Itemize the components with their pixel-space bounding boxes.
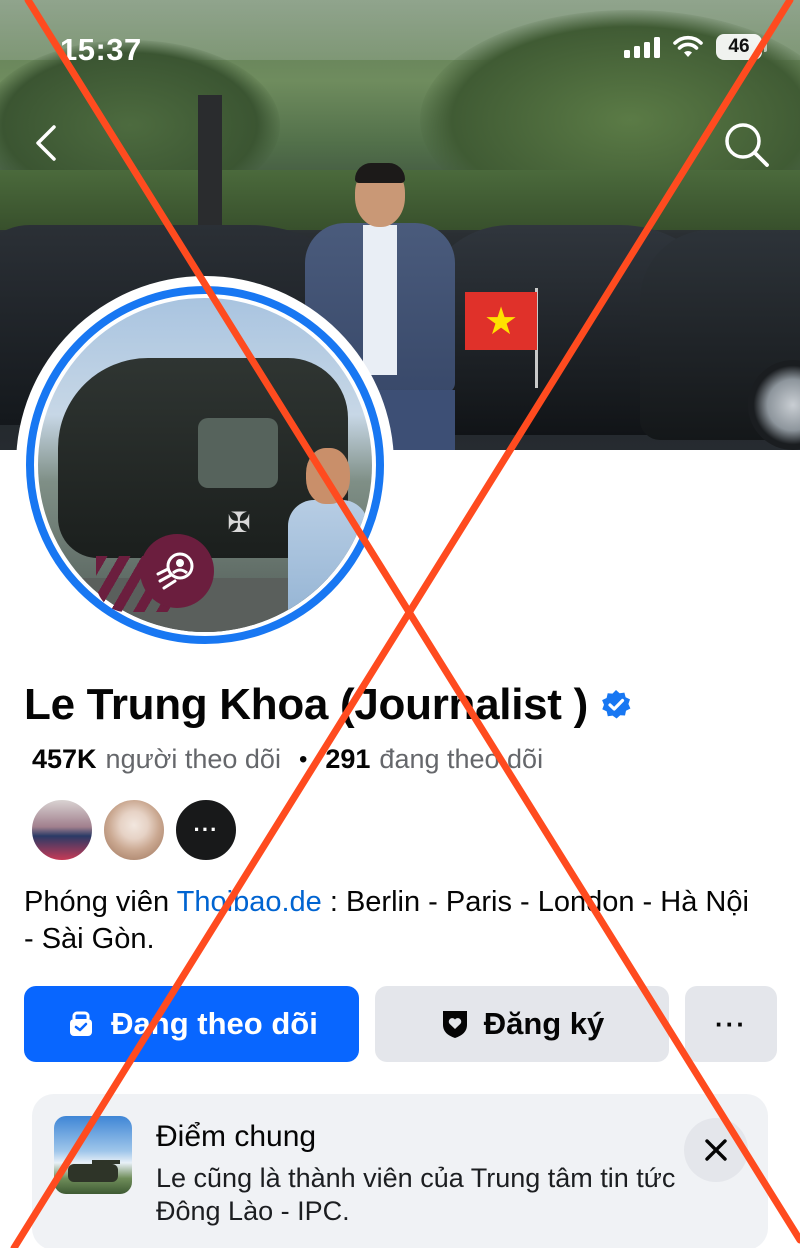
card-close-button[interactable]: [684, 1118, 748, 1182]
more-friends-button[interactable]: ···: [174, 798, 238, 862]
follow-stats: 457K người theo dõi • 291 đang theo dõi: [32, 744, 543, 775]
following-button-label: Đang theo dõi: [111, 1006, 318, 1041]
profile-picture[interactable]: ✠: [16, 276, 394, 654]
subscribe-button-label: Đăng ký: [483, 1006, 605, 1041]
cellular-signal-icon: [624, 36, 660, 58]
status-bar: 15:37 46: [0, 0, 800, 92]
close-icon: [705, 1139, 727, 1161]
cover-post: [198, 95, 222, 225]
bio-link[interactable]: Thoibao.de: [177, 886, 322, 918]
profile-guard-badge: [140, 534, 214, 608]
friend-avatar[interactable]: [30, 798, 94, 862]
avatar-window: [198, 418, 278, 488]
friend-avatar[interactable]: [102, 798, 166, 862]
profile-guard-icon: [156, 552, 194, 590]
wifi-icon: [673, 35, 703, 57]
profile-name: Le Trung Khoa (Journalist ): [24, 680, 588, 729]
status-icons: 46: [624, 34, 767, 60]
thumbnail-barrel: [92, 1160, 120, 1164]
verified-badge-icon[interactable]: [600, 689, 632, 721]
back-button[interactable]: [24, 115, 70, 171]
thumbnail-tank: [68, 1164, 118, 1182]
following-count[interactable]: 291: [325, 744, 370, 775]
mutual-friends: ···: [30, 798, 238, 862]
bio-text: Phóng viên: [24, 886, 177, 918]
avatar-person: [288, 448, 368, 632]
following-icon: [70, 1011, 93, 1036]
subscribe-button[interactable]: Đăng ký: [375, 986, 669, 1062]
status-time: 15:37: [60, 32, 142, 67]
chevron-left-icon: [36, 125, 56, 161]
following-button[interactable]: Đang theo dõi: [24, 986, 359, 1062]
battery-icon: 46: [716, 34, 767, 60]
following-label[interactable]: đang theo dõi: [379, 744, 543, 775]
more-options-button[interactable]: ···: [685, 986, 777, 1062]
followers-count[interactable]: 457K: [32, 744, 97, 775]
search-icon: [725, 123, 769, 167]
card-title: Điểm chung: [156, 1120, 317, 1153]
followers-label[interactable]: người theo dõi: [106, 744, 281, 775]
profile-bio: Phóng viên Thoibao.de : Berlin - Paris -…: [24, 884, 764, 958]
common-ground-card[interactable]: Điểm chung Le cũng là thành viên của Tru…: [32, 1094, 768, 1248]
stats-separator: •: [298, 745, 308, 773]
card-text: Le cũng là thành viên của Trung tâm tin …: [156, 1163, 676, 1226]
avatar-cross-mark: ✠: [227, 507, 251, 538]
vietnam-flag: ★: [465, 292, 537, 350]
profile-name-row: Le Trung Khoa (Journalist ): [24, 680, 632, 730]
search-button[interactable]: [718, 116, 774, 172]
group-thumbnail: [54, 1116, 132, 1194]
subscribe-shield-icon: [442, 1011, 467, 1038]
